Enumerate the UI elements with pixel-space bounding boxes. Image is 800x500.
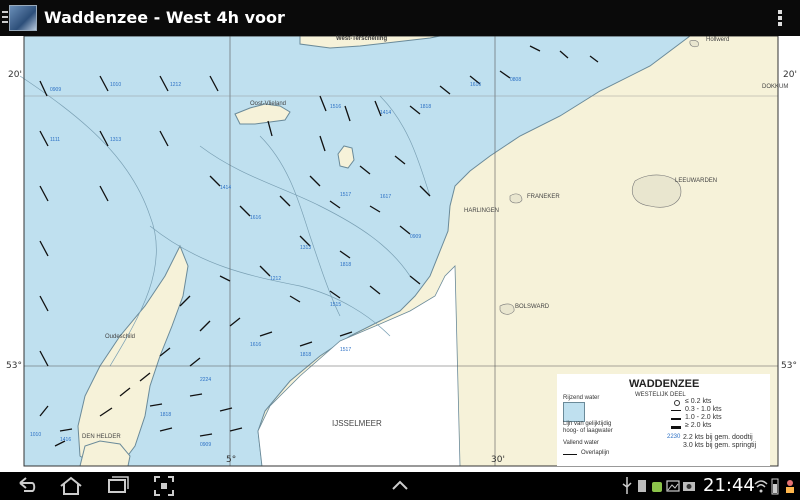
svg-text:1818: 1818: [160, 412, 171, 418]
svg-text:0909: 0909: [200, 442, 211, 448]
legend-overlap-line: [563, 454, 577, 455]
legend-rising-swatch: [563, 402, 585, 422]
recent-apps-icon[interactable]: [104, 474, 130, 498]
svg-text:1517: 1517: [340, 192, 351, 198]
place-franeker: FRANEKER: [527, 194, 560, 200]
legend-speed-1: ≤ 0.2 kts: [685, 398, 712, 405]
place-ijsselmeer: IJSSELMEER: [332, 419, 382, 428]
place-harlingen: HARLINGEN: [464, 208, 500, 214]
legend-code-note-2: 3.0 kts bij gem. springtij: [683, 442, 757, 449]
notification-icon: [786, 480, 794, 493]
system-navigation-bar: 21:44: [0, 472, 800, 500]
screenshot-icon[interactable]: [152, 474, 176, 498]
tidal-current-map[interactable]: 0909 1010 1212 1111 1313 1516 1414 1818 1616 0…: [0, 36, 800, 472]
lat-label-20-right: 20': [783, 70, 797, 80]
svg-text:1313: 1313: [110, 137, 121, 143]
svg-text:1313: 1313: [300, 245, 311, 251]
svg-text:1414: 1414: [380, 110, 391, 116]
legend-speed-2: 0.3 - 1.0 kts: [685, 406, 722, 413]
svg-text:1010: 1010: [110, 82, 121, 88]
image-icon: [666, 480, 680, 492]
svg-text:0909: 0909: [410, 234, 421, 240]
chevron-up-icon[interactable]: [388, 474, 412, 498]
speed-arrow-thick-icon: [671, 426, 681, 429]
lat-label-20-left: 20': [8, 70, 22, 80]
camera-icon: [683, 482, 695, 491]
action-bar: Waddenzee - West 4h voor: [0, 0, 800, 37]
legend-subtitle: WESTELIJK DEEL: [635, 392, 686, 398]
svg-text:1414: 1414: [220, 185, 231, 191]
svg-text:1111: 1111: [50, 137, 60, 143]
legend-speed-3: 1.0 - 2.0 kts: [685, 414, 722, 421]
svg-text:1516: 1516: [330, 104, 341, 110]
place-west-terschelling: West-Terschelling: [336, 36, 388, 42]
svg-text:0808: 0808: [510, 77, 521, 83]
svg-text:1616: 1616: [470, 82, 481, 88]
svg-text:1517: 1517: [340, 347, 351, 353]
place-dokkum: DOKKUM: [762, 84, 789, 90]
speed-circle-icon: [674, 400, 680, 406]
legend-title: WADDENZEE: [629, 378, 700, 390]
lon-label-30: 30': [491, 455, 505, 465]
svg-text:1818: 1818: [300, 352, 311, 358]
speed-arrow-thin-icon: [671, 410, 681, 411]
place-oost-vlieland: Oost-Vlieland: [250, 101, 287, 107]
speed-arrow-medium-icon: [671, 418, 681, 420]
page-title: Waddenzee - West 4h voor: [44, 8, 285, 27]
lat-label-53-left: 53°: [6, 361, 22, 371]
place-den-helder: DEN HELDER: [82, 434, 121, 440]
sd-card-icon: [638, 480, 646, 492]
svg-text:1616: 1616: [250, 342, 261, 348]
back-icon[interactable]: [14, 474, 38, 498]
map-legend: WADDENZEE WESTELIJK DEEL Rijzend water L…: [557, 374, 770, 466]
home-icon[interactable]: [58, 474, 84, 498]
svg-text:0909: 0909: [50, 87, 61, 93]
svg-text:1818: 1818: [340, 262, 351, 268]
svg-text:2224: 2224: [200, 377, 211, 383]
svg-text:1212: 1212: [270, 276, 281, 282]
svg-text:1617: 1617: [380, 194, 391, 200]
place-oudeschild: Oudeschild: [105, 334, 136, 340]
svg-text:1212: 1212: [170, 82, 181, 88]
app-logo[interactable]: [9, 5, 37, 31]
place-bolsward: BOLSWARD: [515, 304, 550, 310]
svg-text:1515: 1515: [330, 302, 341, 308]
android-icon: [652, 482, 662, 492]
wifi-icon: [754, 480, 768, 493]
legend-overlap: Overlaplijn: [581, 450, 610, 456]
battery-icon: [771, 478, 779, 495]
status-clock: 21:44: [703, 475, 755, 496]
svg-text:1416: 1416: [60, 437, 71, 443]
legend-code-note-1: 2.2 kts bij gem. doodtij: [683, 434, 753, 441]
drawer-menu-icon[interactable]: [2, 10, 8, 24]
svg-text:1010: 1010: [30, 432, 41, 438]
legend-rising: Rijzend water: [563, 395, 600, 401]
lat-label-53-right: 53°: [781, 361, 797, 371]
place-leeuwarden: LEEUWARDEN: [675, 178, 718, 184]
overflow-menu-icon[interactable]: [776, 9, 784, 27]
legend-equal-line: Lijn van gelijktijdig hoog- of laagwater: [563, 421, 613, 434]
usb-icon: [622, 477, 632, 494]
lon-label-5: 5°: [226, 455, 237, 465]
legend-code-example: 2230: [667, 434, 681, 440]
legend-speed-4: ≥ 2.0 kts: [685, 422, 712, 429]
svg-text:1818: 1818: [420, 104, 431, 110]
svg-text:1616: 1616: [250, 215, 261, 221]
place-hollwerd: Hollwerd: [706, 37, 730, 43]
legend-falling: Vallend water: [563, 440, 599, 446]
